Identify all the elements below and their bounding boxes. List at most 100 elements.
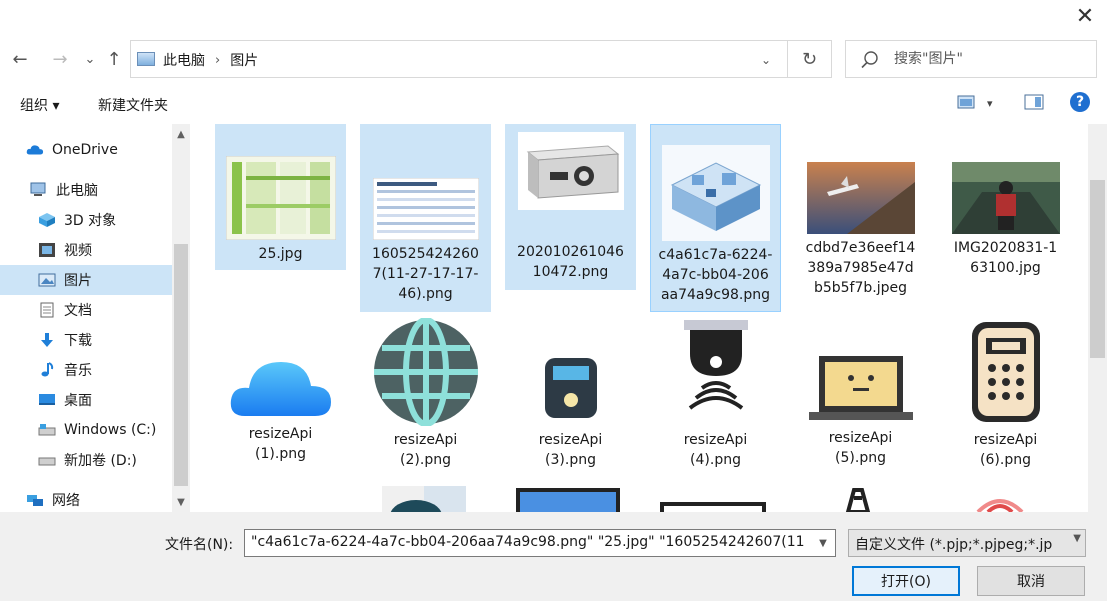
document-icon (40, 302, 54, 318)
file-item[interactable]: resizeApi (3).png (505, 318, 636, 478)
file-name: 25.jpg (258, 246, 303, 262)
chevron-down-icon[interactable]: ▼ (813, 532, 833, 554)
sidebar-item-label: OneDrive (52, 142, 118, 158)
sidebar-item-this-pc[interactable]: 此电脑 (0, 175, 172, 205)
chevron-down-icon: ▼ (1073, 533, 1081, 544)
file-item[interactable]: IMG2020831-1 63100.jpg (940, 124, 1071, 290)
thumbnail-image (951, 162, 1060, 234)
change-view-button[interactable] (957, 94, 975, 114)
navigation-bar: ← → ⌄ ↑ 此电脑 › 图片 ⌄ ↻ (0, 40, 1107, 78)
help-button[interactable]: ? (1070, 92, 1090, 112)
desktop-icon (39, 394, 55, 405)
breadcrumb-item-this-pc[interactable]: 此电脑 (163, 50, 205, 70)
thumbnail-image (660, 502, 766, 512)
sidebar-item-label: 图片 (64, 273, 92, 289)
thumbnail-image (225, 156, 336, 240)
sidebar-item-label: 下载 (64, 333, 92, 349)
file-item[interactable]: c4a61c7a-6224- 4a7c-bb04-206 aa74a9c98.png (650, 124, 781, 312)
file-type-value: 自定义文件 (*.pjp;*.pjpeg;*.jp (855, 537, 1053, 553)
sidebar-item-label: Windows (C:) (64, 422, 157, 438)
scrollbar-thumb[interactable] (174, 244, 188, 486)
music-icon (41, 362, 54, 377)
file-open-dialog: ✕ ← → ⌄ ↑ 此电脑 › 图片 ⌄ ↻ 组织 ▾ 新建文件夹 (0, 0, 1107, 601)
scroll-down-icon[interactable]: ▼ (172, 494, 190, 510)
file-name: resizeApi (6).png (973, 432, 1038, 468)
thumbnail-image (968, 486, 1032, 512)
thumbnail-image (806, 162, 915, 234)
sidebar-item-label: 网络 (52, 493, 80, 509)
up-button[interactable]: ↑ (104, 48, 124, 70)
up-arrow-icon: ↑ (106, 48, 122, 70)
sidebar-item-pictures[interactable]: 图片 (0, 265, 172, 295)
sidebar-item-network[interactable]: 网络 (0, 485, 172, 512)
file-type-select[interactable]: 自定义文件 (*.pjp;*.pjpeg;*.jp ▼ (848, 529, 1086, 557)
sidebar-item-desktop[interactable]: 桌面 (0, 385, 172, 415)
refresh-icon: ↻ (801, 48, 818, 70)
drive-icon (38, 457, 56, 466)
breadcrumb-separator-icon[interactable]: › (215, 53, 220, 68)
file-item[interactable]: 202010261046 10472.png (505, 124, 636, 290)
file-item[interactable]: resizeApi (4).png (650, 318, 781, 478)
sidebar-item-label: 音乐 (64, 363, 92, 379)
organize-menu[interactable]: 组织 ▾ (20, 95, 59, 115)
address-dropdown-button[interactable]: ⌄ (749, 47, 783, 73)
content-scrollbar[interactable] (1088, 124, 1107, 512)
file-item[interactable]: 25.jpg (215, 124, 346, 270)
sidebar-item-documents[interactable]: 文档 (0, 295, 172, 325)
sidebar-item-label: 3D 对象 (64, 213, 117, 229)
recent-locations-button[interactable]: ⌄ (80, 48, 100, 70)
thumbnail-image (516, 488, 620, 512)
file-item[interactable]: resizeApi (2).png (360, 318, 491, 478)
open-button[interactable]: 打开(O) (852, 566, 960, 596)
forward-button[interactable]: → (50, 48, 70, 70)
file-name: cdbd7e36eef14 389a7985e47d b5b5f7b.jpeg (805, 240, 916, 296)
sidebar-item-music[interactable]: 音乐 (0, 355, 172, 385)
file-name: resizeApi (4).png (683, 432, 748, 468)
thumbnail-image (534, 354, 607, 426)
sidebar-item-label: 桌面 (64, 393, 92, 409)
view-icon (957, 95, 975, 109)
preview-pane-button[interactable] (1024, 94, 1044, 114)
breadcrumb: 此电脑 › 图片 (163, 50, 258, 70)
scroll-up-icon[interactable]: ▲ (172, 126, 190, 142)
sidebar-item-drive-d[interactable]: 新加卷 (D:) (0, 445, 172, 475)
sidebar-item-3d-objects[interactable]: 3D 对象 (0, 205, 172, 235)
picture-icon (38, 273, 56, 287)
thumbnail-image (679, 318, 752, 426)
file-item[interactable]: resizeApi (1).png (215, 318, 346, 478)
filename-value[interactable]: "c4a61c7a-6224-4a7c-bb04-206aa74a9c98.pn… (251, 534, 811, 550)
sidebar-item-drive-c[interactable]: Windows (C:) (0, 415, 172, 445)
sidebar-item-downloads[interactable]: 下载 (0, 325, 172, 355)
chevron-down-icon: ⌄ (84, 51, 96, 67)
file-item[interactable]: resizeApi (5).png (795, 318, 926, 478)
search-box[interactable] (845, 40, 1097, 78)
sidebar-item-onedrive[interactable]: OneDrive (0, 135, 172, 165)
navigation-pane: OneDrive 此电脑 3D 对象 视频 图片 文档 下载 音乐 桌面 Win… (0, 124, 172, 512)
preview-pane-icon (1024, 94, 1044, 110)
file-item[interactable]: 160525424260 7(11-27-17-17- 46).png (360, 124, 491, 312)
sidebar-scrollbar[interactable]: ▲ ▼ (172, 124, 190, 512)
close-icon: ✕ (1075, 3, 1095, 29)
search-input[interactable] (894, 49, 1084, 69)
sidebar-item-label: 此电脑 (56, 183, 98, 199)
address-bar[interactable]: 此电脑 › 图片 ⌄ ↻ (130, 40, 832, 78)
dialog-footer: 文件名(N): "c4a61c7a-6224-4a7c-bb04-206aa74… (0, 512, 1107, 601)
filename-field[interactable]: "c4a61c7a-6224-4a7c-bb04-206aa74a9c98.pn… (244, 529, 836, 557)
forward-arrow-icon: → (52, 48, 68, 70)
cancel-button[interactable]: 取消 (977, 566, 1085, 596)
back-button[interactable]: ← (10, 48, 30, 70)
file-name: 160525424260 7(11-27-17-17- 46).png (372, 246, 479, 302)
back-arrow-icon: ← (12, 48, 28, 70)
file-item[interactable]: cdbd7e36eef14 389a7985e47d b5b5f7b.jpeg (795, 124, 926, 312)
new-folder-button[interactable]: 新建文件夹 (98, 95, 168, 115)
thumbnail-image (517, 132, 624, 210)
view-dropdown-icon[interactable]: ▾ (987, 97, 993, 110)
drive-icon (38, 424, 56, 436)
refresh-button[interactable]: ↻ (787, 41, 831, 77)
scrollbar-thumb[interactable] (1090, 180, 1105, 358)
close-button[interactable]: ✕ (1071, 2, 1099, 30)
sidebar-item-label: 新加卷 (D:) (64, 453, 137, 469)
breadcrumb-item-pictures[interactable]: 图片 (230, 50, 258, 70)
sidebar-item-videos[interactable]: 视频 (0, 235, 172, 265)
file-item[interactable]: resizeApi (6).png (940, 318, 1071, 478)
